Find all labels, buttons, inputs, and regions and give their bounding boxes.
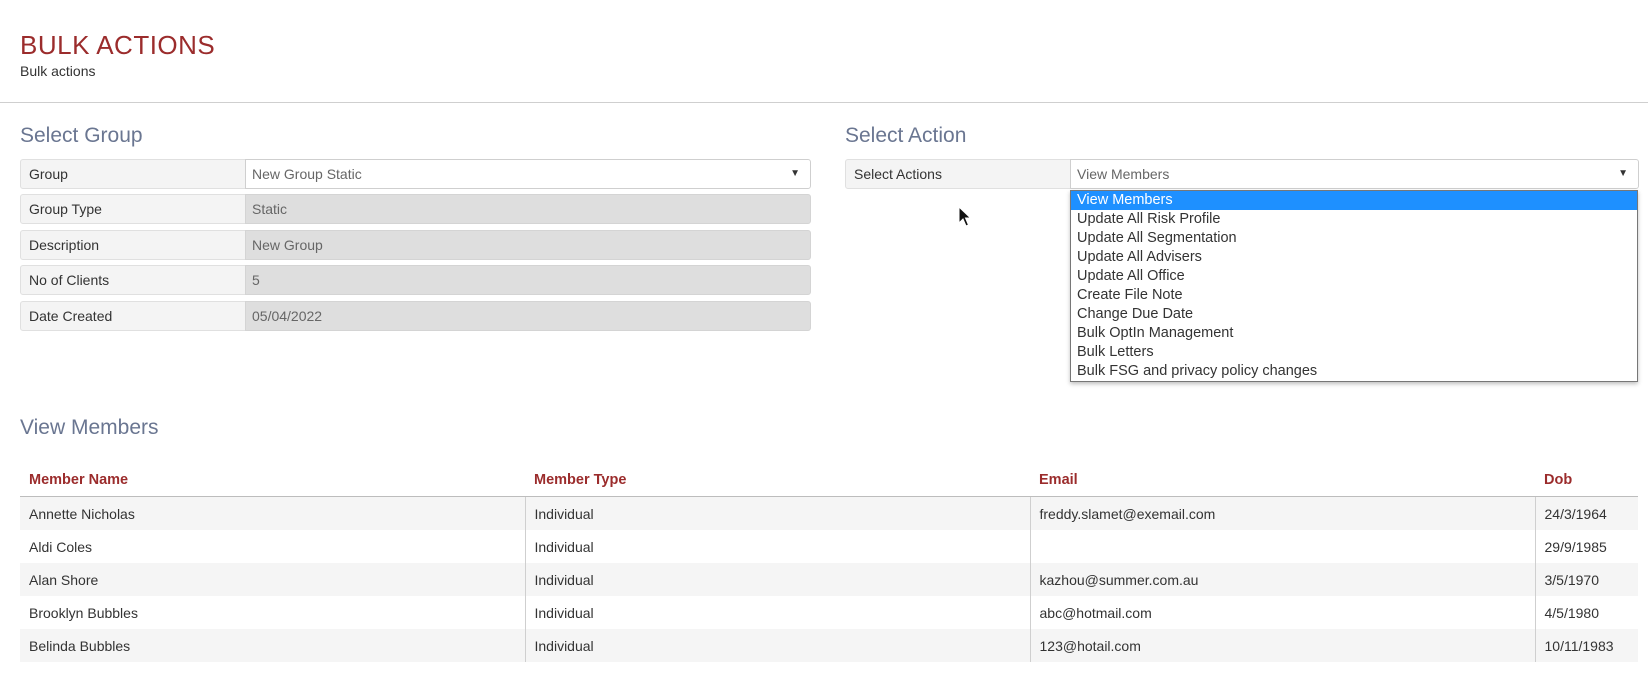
table-header-row: Member Name Member Type Email Dob — [20, 464, 1638, 497]
dob-cell: 24/3/1964 — [1535, 496, 1638, 530]
email-cell — [1030, 530, 1536, 563]
date-created-label: Date Created — [20, 301, 253, 331]
description-row: Description New Group — [20, 230, 811, 260]
view-members-title: View Members — [20, 416, 159, 439]
member-name-cell: Alan Shore — [20, 563, 526, 596]
dob-cell: 10/11/1983 — [1535, 629, 1638, 662]
option-bulk-letters[interactable]: Bulk Letters — [1071, 343, 1637, 362]
chevron-down-icon: ▼ — [1618, 168, 1628, 179]
option-update-all-segmentation[interactable]: Update All Segmentation — [1071, 229, 1637, 248]
select-group-title: Select Group — [20, 124, 143, 147]
email-cell: freddy.slamet@exemail.com — [1030, 496, 1536, 530]
option-change-due-date[interactable]: Change Due Date — [1071, 305, 1637, 324]
members-table: Member Name Member Type Email Dob Annett… — [20, 464, 1638, 662]
group-type-label: Group Type — [20, 194, 253, 224]
table-row[interactable]: Alan Shore Individual kazhou@summer.com.… — [20, 563, 1638, 596]
date-created-field: 05/04/2022 — [245, 301, 811, 331]
column-header-email[interactable]: Email — [1030, 464, 1535, 497]
option-bulk-optin-management[interactable]: Bulk OptIn Management — [1071, 324, 1637, 343]
group-select[interactable]: New Group Static ▼ — [245, 159, 811, 189]
option-view-members[interactable]: View Members — [1071, 191, 1637, 210]
page-title: BULK ACTIONS — [20, 30, 216, 60]
member-type-cell: Individual — [525, 629, 1031, 662]
chevron-down-icon: ▼ — [790, 168, 800, 179]
table-row[interactable]: Belinda Bubbles Individual 123@hotail.co… — [20, 629, 1638, 662]
member-name-cell: Aldi Coles — [20, 530, 526, 563]
email-cell: kazhou@summer.com.au — [1030, 563, 1536, 596]
member-name-cell: Annette Nicholas — [20, 496, 526, 530]
option-create-file-note[interactable]: Create File Note — [1071, 286, 1637, 305]
select-actions-label: Select Actions — [845, 159, 1076, 189]
email-cell: abc@hotmail.com — [1030, 596, 1536, 629]
member-name-cell: Brooklyn Bubbles — [20, 596, 526, 629]
table-row[interactable]: Brooklyn Bubbles Individual abc@hotmail.… — [20, 596, 1638, 629]
option-update-all-risk-profile[interactable]: Update All Risk Profile — [1071, 210, 1637, 229]
select-actions-value: View Members — [1077, 166, 1170, 182]
group-row: Group New Group Static ▼ — [20, 159, 811, 189]
no-of-clients-label: No of Clients — [20, 265, 253, 295]
option-bulk-fsg-privacy[interactable]: Bulk FSG and privacy policy changes — [1071, 362, 1637, 381]
column-header-dob[interactable]: Dob — [1535, 464, 1638, 497]
select-action-title: Select Action — [845, 124, 967, 147]
member-type-cell: Individual — [525, 596, 1031, 629]
option-update-all-advisers[interactable]: Update All Advisers — [1071, 248, 1637, 267]
column-header-member-name[interactable]: Member Name — [20, 464, 525, 497]
member-type-cell: Individual — [525, 530, 1031, 563]
member-type-cell: Individual — [525, 496, 1031, 530]
email-cell: 123@hotail.com — [1030, 629, 1536, 662]
column-header-member-type[interactable]: Member Type — [525, 464, 1030, 497]
table-row[interactable]: Annette Nicholas Individual freddy.slame… — [20, 496, 1638, 530]
no-of-clients-row: No of Clients 5 — [20, 265, 811, 295]
description-field: New Group — [245, 230, 811, 260]
actions-dropdown-list: View Members Update All Risk Profile Upd… — [1070, 190, 1638, 382]
group-select-value: New Group Static — [252, 166, 362, 182]
group-label: Group — [20, 159, 253, 189]
description-label: Description — [20, 230, 253, 260]
dob-cell: 29/9/1985 — [1535, 530, 1638, 563]
dob-cell: 3/5/1970 — [1535, 563, 1638, 596]
group-type-row: Group Type Static — [20, 194, 811, 224]
no-of-clients-field: 5 — [245, 265, 811, 295]
select-actions-row: Select Actions View Members ▼ — [845, 159, 1639, 189]
member-name-cell: Belinda Bubbles — [20, 629, 526, 662]
option-update-all-office[interactable]: Update All Office — [1071, 267, 1637, 286]
page-header: BULK ACTIONS Bulk actions — [0, 0, 1648, 103]
date-created-row: Date Created 05/04/2022 — [20, 301, 811, 331]
dob-cell: 4/5/1980 — [1535, 596, 1638, 629]
page-subtitle: Bulk actions — [20, 63, 96, 79]
table-row[interactable]: Aldi Coles Individual 29/9/1985 — [20, 530, 1638, 563]
select-actions-select[interactable]: View Members ▼ — [1070, 159, 1639, 189]
group-type-field: Static — [245, 194, 811, 224]
mouse-cursor-icon — [958, 206, 972, 227]
member-type-cell: Individual — [525, 563, 1031, 596]
